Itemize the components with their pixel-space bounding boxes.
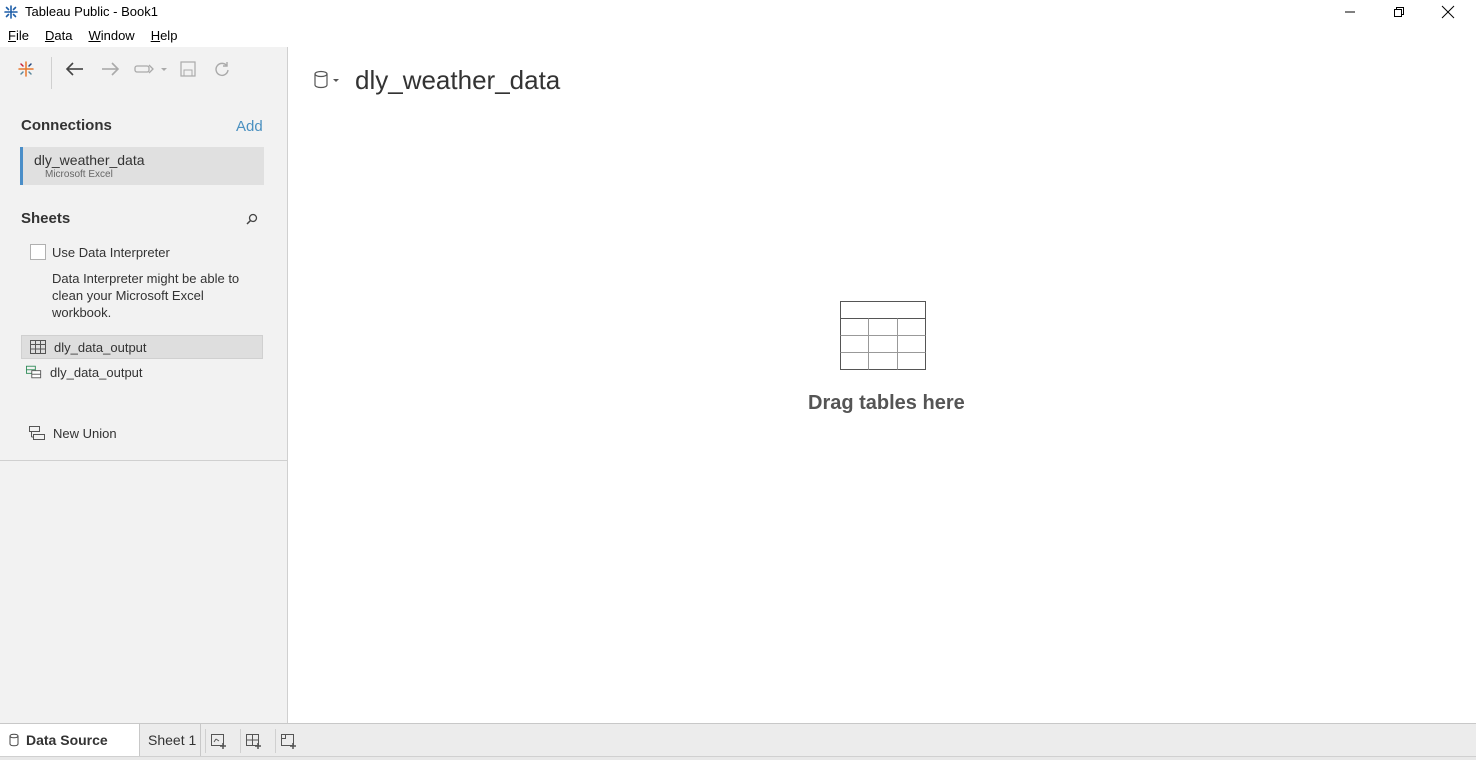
database-icon[interactable]: [313, 70, 341, 90]
toolbar-separator: [51, 57, 52, 89]
search-icon[interactable]: [245, 212, 259, 226]
refresh-icon: [215, 62, 229, 76]
sheet-label: dly_data_output: [54, 340, 147, 355]
new-union-label: New Union: [53, 426, 117, 441]
new-worksheet-button[interactable]: [205, 729, 231, 753]
tableau-logo-button[interactable]: [14, 57, 38, 81]
title-bar: Tableau Public - Book1: [0, 0, 1476, 24]
menu-data-mnemonic: D: [44, 28, 55, 43]
back-icon: [65, 62, 83, 76]
sheets-heading: Sheets: [21, 210, 71, 227]
forward-icon: [102, 62, 120, 76]
save-icon: [180, 61, 196, 77]
use-data-interpreter-checkbox[interactable]: [30, 244, 46, 260]
tableau-app-icon: [4, 5, 18, 19]
connection-name: dly_weather_data: [34, 152, 145, 168]
named-range-icon: [26, 365, 42, 379]
menu-help[interactable]: Help: [143, 25, 186, 47]
menu-window-mnemonic: W: [88, 28, 101, 43]
new-dashboard-button[interactable]: [240, 729, 266, 753]
connection-type: Microsoft Excel: [45, 169, 113, 180]
drop-table-icon: [840, 301, 926, 370]
menu-data[interactable]: Data: [37, 25, 80, 47]
menu-window-rest: indow: [100, 28, 135, 43]
close-icon: [1441, 5, 1455, 19]
redo-icon: [134, 64, 167, 74]
minimize-button[interactable]: [1327, 0, 1373, 24]
named-range-label: dly_data_output: [50, 365, 143, 380]
menu-bar: File Data Window Help: [0, 25, 185, 47]
menu-file[interactable]: File: [0, 25, 37, 47]
add-connection-link[interactable]: Add: [236, 118, 263, 135]
save-button[interactable]: [176, 57, 200, 81]
new-story-button[interactable]: [275, 729, 301, 753]
menu-file-mnemonic: F: [8, 28, 16, 43]
menu-help-mnemonic: H: [150, 28, 161, 43]
connections-heading: Connections: [21, 117, 112, 134]
tab-sheet-1[interactable]: Sheet 1: [141, 724, 201, 756]
join-canvas[interactable]: dly_weather_data Drag tables here: [289, 47, 1476, 723]
restore-button[interactable]: [1376, 0, 1422, 24]
named-range-item[interactable]: dly_data_output: [21, 361, 221, 385]
menu-data-rest: ata: [54, 28, 73, 43]
sheet-item[interactable]: dly_data_output: [21, 335, 263, 359]
back-button[interactable]: [63, 57, 87, 81]
close-button[interactable]: [1425, 0, 1471, 24]
new-story-icon: [280, 734, 296, 749]
data-source-pane: Connections Add dly_weather_data Microso…: [0, 47, 288, 723]
menu-window[interactable]: Window: [80, 25, 142, 47]
datasource-title[interactable]: dly_weather_data: [355, 65, 560, 96]
new-union-button[interactable]: New Union: [21, 422, 171, 446]
tableau-logo-icon: [18, 61, 34, 77]
minimize-icon: [1345, 11, 1355, 13]
menu-file-rest: ile: [15, 28, 29, 43]
restore-icon: [1394, 7, 1404, 17]
new-worksheet-icon: [210, 734, 226, 749]
drag-tables-hint: Drag tables here: [808, 392, 965, 414]
data-interpreter-help-text: Data Interpreter might be able to clean …: [52, 271, 240, 320]
connection-item[interactable]: dly_weather_data Microsoft Excel: [20, 147, 264, 185]
redo-dropdown-button[interactable]: [132, 57, 170, 81]
tab-data-source-label: Data Source: [26, 732, 108, 748]
new-dashboard-icon: [245, 734, 261, 749]
pane-divider: [0, 460, 288, 461]
tab-sheet-1-label: Sheet 1: [148, 732, 197, 748]
sheet-tab-bar: Data Source Sheet 1: [0, 723, 1476, 760]
use-data-interpreter-label: Use Data Interpreter: [52, 245, 170, 260]
forward-button[interactable]: [98, 57, 122, 81]
tab-data-source[interactable]: Data Source: [0, 724, 140, 756]
toolbar: [0, 47, 288, 91]
refresh-button[interactable]: [210, 57, 234, 81]
table-icon: [30, 340, 46, 354]
window-title: Tableau Public - Book1: [25, 4, 158, 19]
status-bar: [0, 756, 1476, 760]
union-icon: [29, 426, 45, 440]
datasource-tab-icon: [9, 733, 19, 747]
menu-help-rest: elp: [160, 28, 178, 43]
